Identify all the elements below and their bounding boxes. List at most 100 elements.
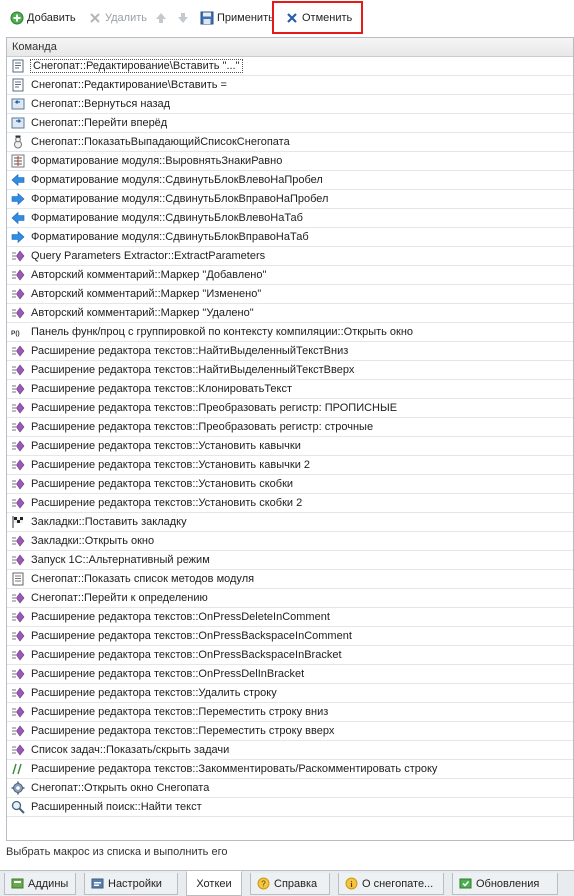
arrow-up-icon [154, 11, 168, 25]
table-row[interactable]: Расширение редактора текстов::OnPressBac… [7, 627, 573, 646]
table-row[interactable]: Снегопат::Перейти к определению [7, 589, 573, 608]
delete-label: Удалить [105, 12, 147, 24]
row-command-text: Расширение редактора текстов::Клонироват… [31, 383, 293, 395]
tab-help[interactable]: ? Справка [250, 873, 330, 895]
table-row[interactable]: Расширение редактора текстов::НайтиВыдел… [7, 342, 573, 361]
table-row[interactable]: Форматирование модуля::СдвинутьБлокВлево… [7, 209, 573, 228]
row-command-text: Снегопат::Редактирование\Вставить "..." [30, 59, 243, 73]
tab-hotkeys[interactable]: Хоткеи [186, 871, 242, 896]
macro-icon [11, 629, 25, 643]
info-icon: i [345, 877, 358, 890]
table-row[interactable]: Запуск 1С::Альтернативный режим [7, 551, 573, 570]
move-up-button[interactable] [154, 9, 171, 27]
row-command-text: Расширение редактора текстов::Переместит… [31, 706, 329, 718]
tab-addins[interactable]: Аддины [4, 873, 76, 895]
tab-about[interactable]: i О снегопате... [338, 873, 444, 895]
table-row[interactable]: Снегопат::ПоказатьВыпадающийСписокСнегоп… [7, 133, 573, 152]
table-row[interactable]: P() Панель функ/проц с группировкой по ко… [7, 323, 573, 342]
row-command-text: Расширение редактора текстов::Установить… [31, 497, 303, 509]
table-row[interactable]: Расширение редактора текстов::Установить… [7, 494, 573, 513]
checkered-flag-icon [11, 515, 25, 529]
table-row[interactable]: Снегопат::Редактирование\Вставить = [7, 76, 573, 95]
table-row[interactable]: Закладки::Открыть окно [7, 532, 573, 551]
table-row[interactable]: Форматирование модуля::СдвинутьБлокВправ… [7, 190, 573, 209]
row-command-text: Расширение редактора текстов::OnPressDel… [31, 611, 330, 623]
search-icon [11, 800, 25, 814]
table-row[interactable]: Расширение редактора текстов::OnPressBac… [7, 646, 573, 665]
macro-icon [11, 648, 25, 662]
table-row[interactable]: Расширение редактора текстов::Закомменти… [7, 760, 573, 779]
table-row[interactable]: Расширенный поиск::Найти текст [7, 798, 573, 817]
row-command-text: Query Parameters Extractor::ExtractParam… [31, 250, 266, 262]
table-row[interactable]: Снегопат::Открыть окно Снегопата [7, 779, 573, 798]
macro-icon [11, 686, 25, 700]
table-row[interactable]: Расширение редактора текстов::Преобразов… [7, 399, 573, 418]
table-row[interactable]: Query Parameters Extractor::ExtractParam… [7, 247, 573, 266]
table-row[interactable]: Расширение редактора текстов::Преобразов… [7, 418, 573, 437]
table-row[interactable]: Снегопат::Перейти вперёд [7, 114, 573, 133]
macro-icon [11, 667, 25, 681]
table-row[interactable]: Форматирование модуля::СдвинутьБлокВлево… [7, 171, 573, 190]
tab-settings[interactable]: Настройки [84, 873, 178, 895]
row-command-text: Закладки::Поставить закладку [31, 516, 187, 528]
row-command-text: Авторский комментарий::Маркер "Добавлено… [31, 269, 267, 281]
gear-icon [11, 781, 25, 795]
macro-icon [11, 287, 25, 301]
row-command-text: Расширение редактора текстов::Установить… [31, 440, 301, 452]
table-row[interactable]: Форматирование модуля::ВыровнятьЗнакиРав… [7, 152, 573, 171]
table-row[interactable]: Расширение редактора текстов::Установить… [7, 456, 573, 475]
macro-icon [11, 743, 25, 757]
table-row[interactable]: Снегопат::Вернуться назад [7, 95, 573, 114]
macro-icon [11, 306, 25, 320]
row-command-text: Снегопат::Перейти вперёд [31, 117, 168, 129]
table-row[interactable]: Расширение редактора текстов::OnPressDel… [7, 665, 573, 684]
delete-button[interactable]: Удалить [88, 9, 147, 27]
table-row[interactable]: Авторский комментарий::Маркер "Добавлено… [7, 266, 573, 285]
row-command-text: Расширение редактора текстов::OnPressBac… [31, 649, 342, 661]
row-command-text: Закладки::Открыть окно [31, 535, 155, 547]
macro-icon [11, 439, 25, 453]
row-command-text: Расширение редактора текстов::Преобразов… [31, 402, 398, 414]
command-list: Снегопат::Редактирование\Вставить "..."С… [7, 57, 573, 817]
table-row[interactable]: Расширение редактора текстов::OnPressDel… [7, 608, 573, 627]
macro-icon [11, 268, 25, 282]
tab-updates[interactable]: Обновления [452, 873, 558, 895]
add-label: Добавить [27, 12, 76, 24]
row-command-text: Снегопат::Вернуться назад [31, 98, 171, 110]
table-row[interactable]: Форматирование модуля::СдвинутьБлокВправ… [7, 228, 573, 247]
macro-icon [11, 610, 25, 624]
status-text: Выбрать макрос из списка и выполнить его [6, 846, 228, 858]
row-command-text: Снегопат::Редактирование\Вставить = [31, 79, 227, 91]
add-button[interactable]: Добавить [10, 9, 76, 27]
column-header-command[interactable]: Команда [7, 38, 573, 57]
row-command-text: Панель функ/проц с группировкой по конте… [31, 326, 414, 338]
table-row[interactable]: Расширение редактора текстов::НайтиВыдел… [7, 361, 573, 380]
row-command-text: Список задач::Показать/скрыть задачи [31, 744, 230, 756]
table-row[interactable]: Авторский комментарий::Маркер "Изменено" [7, 285, 573, 304]
table-row[interactable]: Расширение редактора текстов::Клонироват… [7, 380, 573, 399]
table-row[interactable]: Расширение редактора текстов::Установить… [7, 437, 573, 456]
table-row[interactable]: Список задач::Показать/скрыть задачи [7, 741, 573, 760]
row-command-text: Форматирование модуля::ВыровнятьЗнакиРав… [31, 155, 283, 167]
row-command-text: Снегопат::Показать список методов модуля [31, 573, 255, 585]
macro-icon [11, 249, 25, 263]
table-row[interactable]: Снегопат::Показать список методов модуля [7, 570, 573, 589]
table-row[interactable]: Авторский комментарий::Маркер "Удалено" [7, 304, 573, 323]
row-command-text: Расширение редактора текстов::OnPressBac… [31, 630, 352, 642]
apply-button[interactable]: Применить [200, 9, 274, 27]
table-row[interactable]: Расширение редактора текстов::Установить… [7, 475, 573, 494]
arrow-left-icon [11, 211, 25, 225]
table-row[interactable]: Расширение редактора текстов::Удалить ст… [7, 684, 573, 703]
table-row[interactable]: Расширение редактора текстов::Переместит… [7, 703, 573, 722]
macro-icon [11, 496, 25, 510]
row-command-text: Снегопат::Открыть окно Снегопата [31, 782, 210, 794]
move-down-button[interactable] [176, 9, 193, 27]
arrow-right-icon [11, 192, 25, 206]
tab-updates-label: Обновления [476, 877, 540, 890]
svg-text:P(): P() [11, 330, 20, 337]
macro-icon [11, 477, 25, 491]
table-row[interactable]: Расширение редактора текстов::Переместит… [7, 722, 573, 741]
delete-icon [88, 11, 102, 25]
table-row[interactable]: Снегопат::Редактирование\Вставить "..." [7, 57, 573, 76]
table-row[interactable]: Закладки::Поставить закладку [7, 513, 573, 532]
